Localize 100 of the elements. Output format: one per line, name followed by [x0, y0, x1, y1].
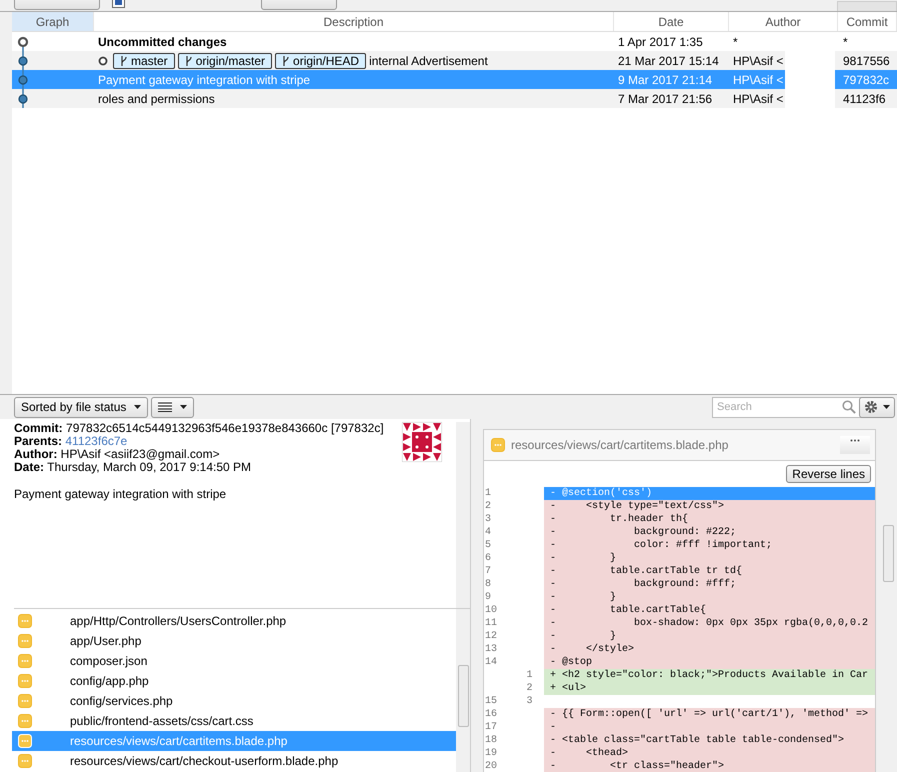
- caret-icon: [180, 405, 188, 409]
- line-number: 7: [485, 566, 492, 577]
- more-button[interactable]: [840, 436, 870, 454]
- column-header[interactable]: Date: [614, 12, 729, 31]
- code-line: - {{ Form::open([ 'url' => url('cart/1'), 'method' =>: [550, 709, 868, 720]
- commit-author: *: [733, 34, 738, 48]
- code-line: - <tr class="header">: [550, 761, 724, 772]
- commit-description: roles and permissions: [98, 92, 215, 106]
- code-line: - table.cartTable{: [550, 605, 706, 616]
- commit-author: HP\Asif <: [733, 72, 784, 86]
- line-number: 18: [485, 735, 498, 746]
- code-line: -: [550, 722, 556, 733]
- code-line: + <h2 style="color: black;">Products Available in Car: [550, 670, 868, 681]
- line-number: 2: [485, 501, 492, 512]
- commit-node-icon: [18, 56, 28, 66]
- line-number: 12: [485, 631, 498, 642]
- modified-file-icon: [18, 714, 32, 728]
- column-header[interactable]: Graph: [12, 12, 94, 31]
- branch-icon: [184, 56, 193, 66]
- diff-file-name: resources/views/cart/cartitems.blade.php: [511, 438, 728, 452]
- branch-tag[interactable]: origin/HEAD: [275, 52, 366, 68]
- line-number: 19: [485, 748, 498, 759]
- line-number: 10: [485, 605, 498, 616]
- code-line: - table.cartTable tr td{: [550, 566, 742, 577]
- commit-id-line: Commit: 797832c6514c5449132963f546e19378e843660c [797832c]: [14, 422, 385, 435]
- scrollbar[interactable]: [456, 422, 470, 608]
- line-number: 9: [485, 592, 492, 603]
- author-line: Author: HP\Asif <asiif23@gmail.com>: [14, 448, 221, 461]
- modified-file-icon: [18, 694, 32, 708]
- code-line: - }: [550, 553, 616, 564]
- code-line: - <table class="cartTable table table-condensed">: [550, 735, 844, 746]
- branch-icon: [282, 56, 290, 66]
- column-header[interactable]: Description: [94, 12, 614, 31]
- search-field[interactable]: Search: [712, 396, 862, 418]
- line-number: 20: [485, 761, 498, 772]
- sort-dropdown[interactable]: Sorted by file status: [14, 396, 148, 418]
- commit-date: 7 Mar 2017 21:56: [617, 90, 714, 108]
- caret-icon: [134, 405, 142, 409]
- commit-hash: 9817556: [842, 52, 891, 70]
- line-number: 14: [485, 657, 498, 668]
- code-line: - background: #fff;: [550, 579, 736, 590]
- modified-file-icon: [18, 734, 32, 748]
- code-line: + <ul>: [550, 683, 586, 694]
- commit-hash: *: [842, 34, 849, 50]
- settings-icon: [864, 400, 878, 414]
- modified-file-icon: [18, 654, 32, 668]
- file-item[interactable]: app/Http/Controllers/UsersController.php: [12, 611, 456, 631]
- line-number: 11: [485, 618, 498, 629]
- commit-description: Uncommitted changes: [98, 34, 227, 48]
- line-number: 4: [485, 527, 492, 538]
- code-line: - @section('css'): [550, 488, 652, 499]
- modified-file-icon: [18, 674, 32, 688]
- branch-tag[interactable]: origin/master: [178, 52, 272, 68]
- line-number: 13: [485, 644, 498, 655]
- branch-tag[interactable]: master: [113, 52, 175, 68]
- modified-file-icon: [491, 438, 505, 452]
- file-item[interactable]: config/services.php: [12, 691, 456, 711]
- parent-link[interactable]: 41123f6c7e: [65, 434, 128, 448]
- file-item[interactable]: composer.json: [12, 651, 456, 671]
- commit-author: HP\Asif <: [733, 92, 784, 106]
- file-item[interactable]: public/frontend-assets/css/cart.css: [12, 711, 456, 731]
- parents-label: Parents:: [14, 434, 62, 448]
- commit-date: 9 Mar 2017 21:14: [617, 72, 714, 88]
- commit-node-icon: [18, 94, 28, 104]
- code-line: - </style>: [550, 644, 634, 655]
- file-item[interactable]: app/User.php: [12, 631, 456, 651]
- view-mode-dropdown[interactable]: [151, 396, 194, 418]
- date-line: Date: Thursday, March 09, 2017 9:14:50 PM: [14, 461, 252, 474]
- commit-row[interactable]: roles and permissions 7 Mar 2017 21:56 HP\Asif < 41123f6: [12, 89, 897, 108]
- code-line: - box-shadow: 0px 0px 35px rgba(0,0,0,0.2: [550, 618, 868, 629]
- commit-message: Payment gateway integration with stripe: [14, 488, 228, 501]
- caret-icon: [883, 405, 890, 409]
- code-line: - <thead>: [550, 748, 628, 759]
- line-number: 3: [485, 514, 492, 525]
- column-header[interactable]: Commit: [838, 12, 897, 31]
- branch-icon: [120, 56, 128, 66]
- reverse-lines-button[interactable]: Reverse lines: [786, 465, 871, 483]
- more-icon: [850, 439, 860, 442]
- commit-hash: 797832c: [842, 72, 890, 88]
- commit-row[interactable]: master origin/master origin/HEAD internal Advertisement 21 Mar 2017 15:14 HP\Asif < 9817556: [12, 51, 897, 70]
- code-line: - @stop: [550, 657, 592, 668]
- code-line: - color: #fff !important;: [550, 540, 772, 551]
- scrollbar[interactable]: [456, 609, 470, 772]
- line-number: 1: [526, 670, 532, 681]
- toolbar-button[interactable]: [837, 1, 897, 11]
- column-header[interactable]: Author: [729, 12, 838, 31]
- line-number: 8: [485, 579, 492, 590]
- commit-author: HP\Asif <: [733, 54, 784, 68]
- commit-date: 21 Mar 2017 15:14: [617, 52, 720, 70]
- line-number: 3: [526, 696, 532, 707]
- line-number: 1: [485, 488, 492, 499]
- working-node-icon: [98, 56, 108, 66]
- line-number: 15: [485, 696, 498, 707]
- line-number: 6: [485, 553, 492, 564]
- file-item[interactable]: resources/views/cart/checkout-userform.blade.php: [12, 751, 456, 771]
- settings-dropdown[interactable]: [859, 396, 895, 418]
- line-number: 16: [485, 709, 498, 720]
- commit-node-icon: [18, 75, 28, 85]
- file-item[interactable]: config/app.php: [12, 671, 456, 691]
- avatar-icon: [402, 422, 442, 462]
